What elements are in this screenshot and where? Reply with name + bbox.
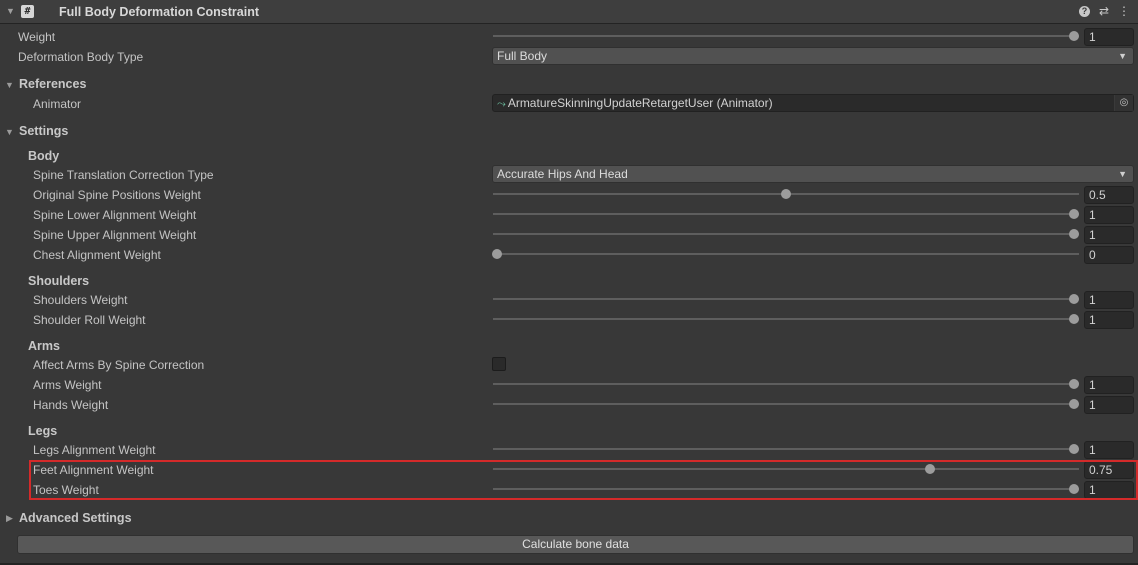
weight-field[interactable]: 1 xyxy=(1084,28,1134,46)
slider-value-field[interactable]: 1 xyxy=(1084,226,1134,244)
body-type-label: Deformation Body Type xyxy=(18,50,144,64)
slider-thumb[interactable] xyxy=(1069,444,1079,454)
slider-value-field[interactable]: 1 xyxy=(1084,376,1134,394)
advanced-settings-title[interactable]: Advanced Settings xyxy=(19,511,132,525)
slider-track[interactable] xyxy=(493,448,1079,450)
slider-label: Shoulders Weight xyxy=(33,293,128,307)
animator-icon: ⤳ xyxy=(497,98,506,110)
body-subheader: Body xyxy=(28,149,60,163)
body-type-selected: Full Body xyxy=(497,49,548,63)
slider-label: Original Spine Positions Weight xyxy=(33,188,201,202)
collapse-arrow-icon[interactable]: ▼ xyxy=(6,6,15,16)
slider-thumb[interactable] xyxy=(1069,209,1079,219)
slider-thumb[interactable] xyxy=(1069,294,1079,304)
arms-subheader: Arms xyxy=(28,339,60,353)
slider-track[interactable] xyxy=(493,403,1079,405)
affect-arms-label: Affect Arms By Spine Correction xyxy=(33,358,205,372)
slider-value-field[interactable]: 1 xyxy=(1084,206,1134,224)
context-menu-icon[interactable]: ⋮ xyxy=(1117,4,1131,18)
dropdown-arrow-icon: ▼ xyxy=(1118,169,1127,179)
slider-thumb[interactable] xyxy=(1069,379,1079,389)
slider-label: Arms Weight xyxy=(33,378,102,392)
slider-track[interactable] xyxy=(493,298,1079,300)
slider-thumb[interactable] xyxy=(1069,314,1079,324)
script-icon: # xyxy=(21,5,34,18)
settings-fold-icon[interactable]: ▼ xyxy=(5,127,14,137)
spine-correction-selected: Accurate Hips And Head xyxy=(497,167,628,181)
shoulders-subheader: Shoulders xyxy=(28,274,90,288)
spine-correction-label: Spine Translation Correction Type xyxy=(33,168,214,182)
component-title: Full Body Deformation Constraint xyxy=(59,5,259,19)
slider-value-field[interactable]: 1 xyxy=(1084,441,1134,459)
slider-value-field[interactable]: 1 xyxy=(1084,291,1134,309)
slider-label: Chest Alignment Weight xyxy=(33,248,161,262)
slider-label: Shoulder Roll Weight xyxy=(33,313,146,327)
slider-value-field[interactable]: 1 xyxy=(1084,311,1134,329)
slider-track[interactable] xyxy=(493,213,1079,215)
object-picker-icon[interactable]: ◎ xyxy=(1114,95,1133,111)
body-type-dropdown[interactable]: Full Body ▼ xyxy=(492,47,1134,65)
slider-value-field[interactable]: 0.5 xyxy=(1084,186,1134,204)
references-section-title[interactable]: References xyxy=(19,77,86,91)
slider-value-field[interactable]: 0 xyxy=(1084,246,1134,264)
animator-object-field[interactable]: ⤳ ArmatureSkinningUpdateRetargetUser (Ani… xyxy=(492,94,1134,112)
weight-slider-thumb[interactable] xyxy=(1069,31,1079,41)
slider-track[interactable] xyxy=(493,233,1079,235)
animator-label: Animator xyxy=(33,97,82,111)
slider-thumb[interactable] xyxy=(1069,229,1079,239)
slider-label: Spine Lower Alignment Weight xyxy=(33,208,197,222)
weight-label: Weight xyxy=(18,30,56,44)
slider-label: Legs Alignment Weight xyxy=(33,443,156,457)
weight-slider-track[interactable] xyxy=(493,35,1079,37)
slider-thumb[interactable] xyxy=(492,249,502,259)
slider-thumb[interactable] xyxy=(1069,399,1079,409)
slider-value-field[interactable]: 1 xyxy=(1084,396,1134,414)
highlight-box xyxy=(29,460,1138,500)
slider-track[interactable] xyxy=(493,318,1079,320)
spine-correction-dropdown[interactable]: Accurate Hips And Head ▼ xyxy=(492,165,1134,183)
settings-section-title[interactable]: Settings xyxy=(19,124,68,138)
dropdown-arrow-icon: ▼ xyxy=(1118,51,1127,61)
slider-track[interactable] xyxy=(493,253,1079,255)
affect-arms-checkbox[interactable] xyxy=(492,357,506,371)
animator-value: ArmatureSkinningUpdateRetargetUser (Anim… xyxy=(507,96,773,110)
presets-icon[interactable]: ⇄ xyxy=(1097,4,1111,18)
references-fold-icon[interactable]: ▼ xyxy=(5,80,14,90)
slider-label: Hands Weight xyxy=(33,398,109,412)
slider-label: Spine Upper Alignment Weight xyxy=(33,228,197,242)
component-header: ▼ # Full Body Deformation Constraint ? ⇄… xyxy=(0,0,1138,24)
legs-subheader: Legs xyxy=(28,424,58,438)
calculate-bone-data-button[interactable]: Calculate bone data xyxy=(17,535,1134,554)
slider-track[interactable] xyxy=(493,383,1079,385)
slider-thumb[interactable] xyxy=(780,189,791,199)
help-icon[interactable]: ? xyxy=(1079,6,1090,17)
advanced-fold-icon[interactable]: ▶ xyxy=(6,513,13,524)
